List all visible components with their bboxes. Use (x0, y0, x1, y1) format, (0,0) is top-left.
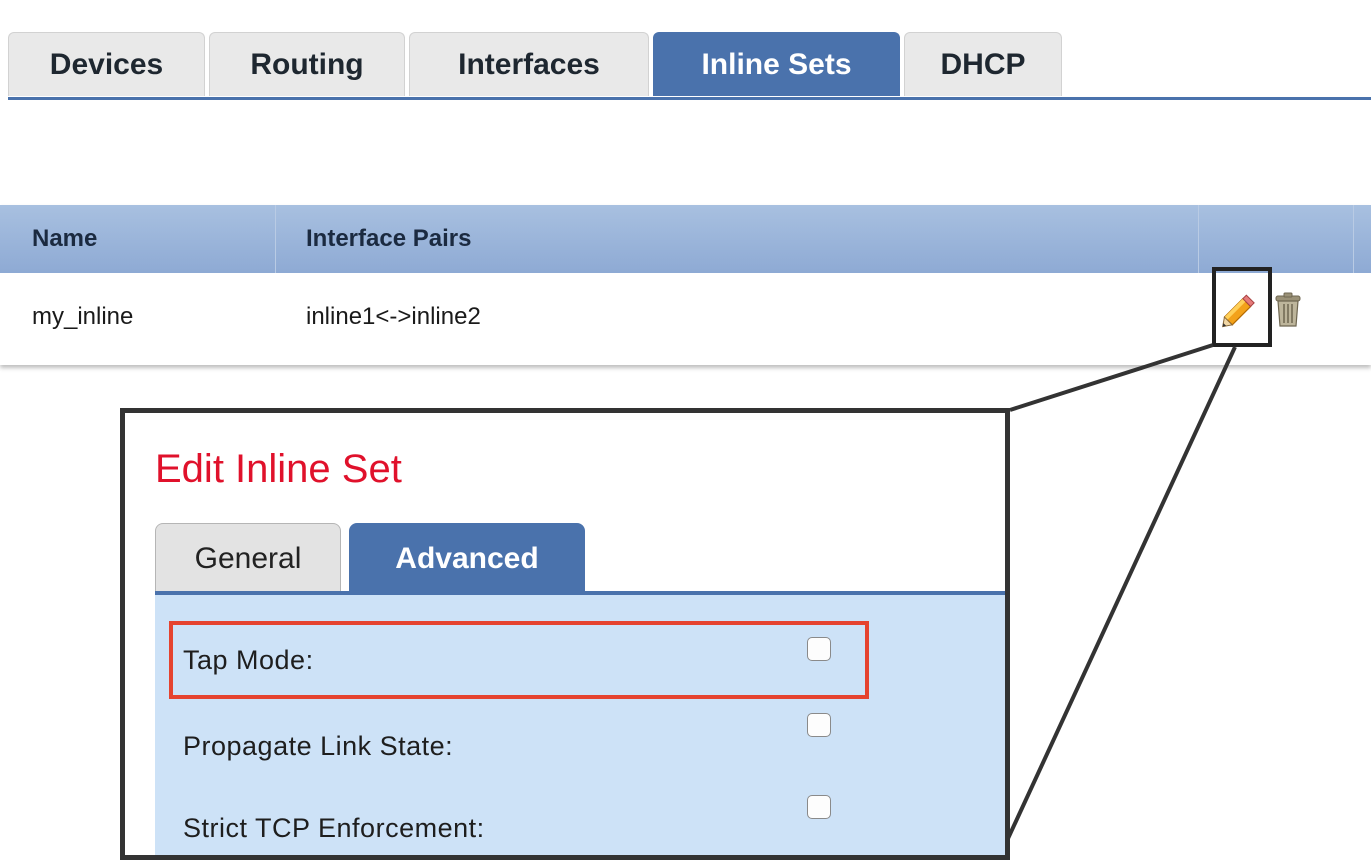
tab-general[interactable]: General (155, 523, 341, 593)
tap-mode-checkbox[interactable] (807, 637, 831, 661)
strict-tcp-enforcement-label: Strict TCP Enforcement: (183, 813, 485, 843)
strict-tcp-enforcement-checkbox[interactable] (807, 795, 831, 819)
edit-inline-set-dialog: Edit Inline Set General Advanced Tap Mod… (120, 408, 1010, 860)
tap-mode-label: Tap Mode: (183, 645, 314, 675)
tab-advanced[interactable]: Advanced (349, 523, 585, 593)
advanced-panel: Tap Mode: Propagate Link State: Strict T… (155, 591, 1005, 855)
propagate-link-state-label: Propagate Link State: (183, 731, 454, 761)
dialog-tab-bar: General Advanced (155, 523, 1005, 595)
dialog-title: Edit Inline Set (155, 447, 402, 491)
propagate-link-state-checkbox[interactable] (807, 713, 831, 737)
